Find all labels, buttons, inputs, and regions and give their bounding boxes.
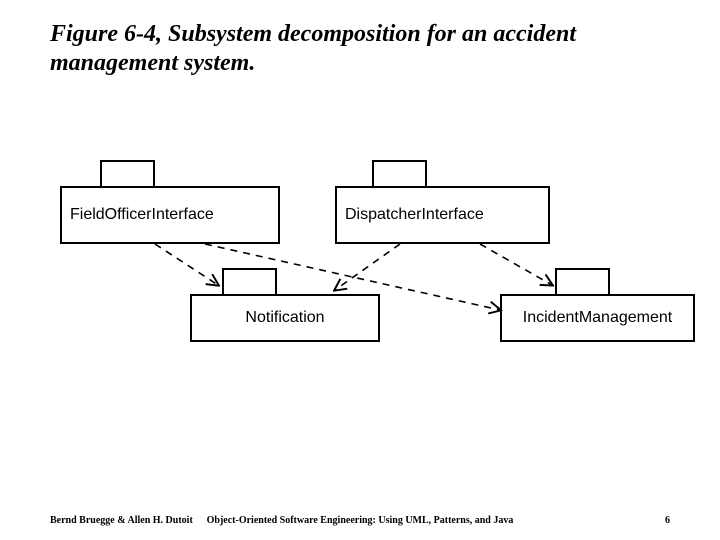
package-tab-dispatcher [372,160,427,186]
package-tab-incident [555,268,610,294]
footer-authors: Bernd Bruegge & Allen H. Dutoit [50,515,193,526]
package-tab-notification [222,268,277,294]
page-number: 6 [665,515,670,526]
package-fieldofficer: FieldOfficerInterface [60,186,280,244]
package-label: FieldOfficerInterface [70,206,214,224]
package-incident: IncidentManagement [500,294,695,342]
package-notification: Notification [190,294,380,342]
package-dispatcher: DispatcherInterface [335,186,550,244]
package-label: DispatcherInterface [345,206,484,224]
package-tab-fieldofficer [100,160,155,186]
package-label: Notification [245,309,324,327]
footer-book-title: Object-Oriented Software Engineering: Us… [207,515,514,526]
dependency-arrows [0,0,720,540]
package-label: IncidentManagement [523,309,672,327]
figure-title: Figure 6-4, Subsystem decomposition for … [50,20,650,78]
